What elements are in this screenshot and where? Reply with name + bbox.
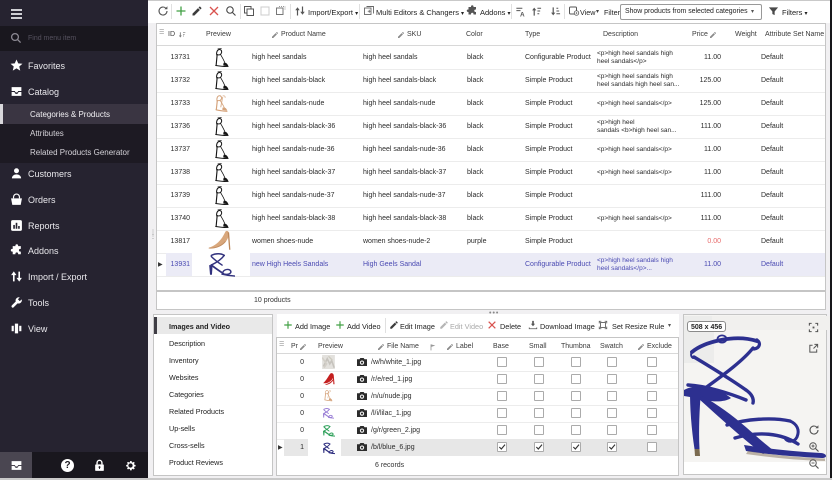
svg-text:A: A [520, 12, 525, 17]
